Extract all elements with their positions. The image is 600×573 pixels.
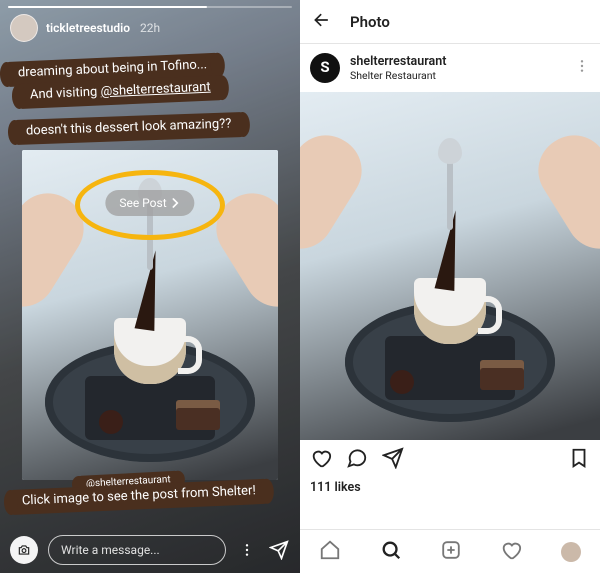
camera-button[interactable] [10,536,38,564]
comment-icon [346,447,368,469]
story-caption-line-5: Click image to see the post from Shelter… [9,479,268,515]
story-progress-bar [8,6,292,8]
comment-button[interactable] [346,447,368,473]
chevron-right-icon [171,198,181,208]
story-more-button[interactable] [236,539,258,561]
post-author-avatar[interactable]: S [310,53,340,83]
story-mention-inline[interactable]: @shelterrestaurant [100,80,211,100]
screen-title: Photo [350,13,390,31]
send-icon [269,540,289,560]
more-vertical-icon [574,58,590,74]
send-icon [382,447,404,469]
home-icon [319,539,341,561]
avatar-letter: S [320,58,329,76]
story-send-button[interactable] [268,539,290,561]
story-poster-avatar[interactable] [10,14,38,42]
story-reply-placeholder: Write a message... [61,543,160,557]
story-username[interactable]: tickletreestudio [46,21,130,35]
feed-pane: Photo S shelterrestaurant Shelter Restau… [300,0,600,573]
post-author-block[interactable]: shelterrestaurant Shelter Restaurant [350,54,446,82]
see-post-label: See Post [119,196,166,210]
post-action-bar [300,440,600,480]
nav-activity[interactable] [500,539,522,565]
heart-icon [310,447,332,469]
profile-avatar-icon [561,542,581,562]
post-photo[interactable] [300,92,600,440]
share-button[interactable] [382,447,404,473]
likes-count[interactable]: 111 likes [300,480,600,495]
nav-search[interactable] [380,539,402,565]
bottom-nav [300,529,600,573]
story-reply-input[interactable]: Write a message... [48,535,226,565]
arrow-left-icon [312,10,332,30]
bookmark-button[interactable] [568,447,590,473]
search-icon [380,539,402,561]
nav-home[interactable] [319,539,341,565]
more-vertical-icon [239,542,255,558]
story-timestamp: 22h [140,21,160,35]
plus-square-icon [440,539,462,561]
story-pane: tickletreestudio 22h dreaming about bein… [0,0,300,573]
photo-illustration [300,92,600,440]
back-button[interactable] [312,10,332,34]
like-button[interactable] [310,447,332,473]
post-location: Shelter Restaurant [350,69,446,82]
story-header: tickletreestudio 22h [10,14,290,42]
story-caption-line-2-text: And visiting [30,84,101,102]
camera-icon [17,543,31,557]
post-header: S shelterrestaurant Shelter Restaurant [300,44,600,92]
see-post-button[interactable]: See Post [105,190,194,216]
story-caption-line-3: doesn't this dessert look amazing?? [14,112,244,145]
bookmark-icon [568,447,590,469]
heart-icon [500,539,522,561]
nav-profile[interactable] [561,542,581,562]
post-author-username: shelterrestaurant [350,54,446,69]
post-more-button[interactable] [574,58,590,78]
nav-new-post[interactable] [440,539,462,565]
photo-detail-header: Photo [300,0,600,44]
story-reply-bar: Write a message... [0,535,300,565]
